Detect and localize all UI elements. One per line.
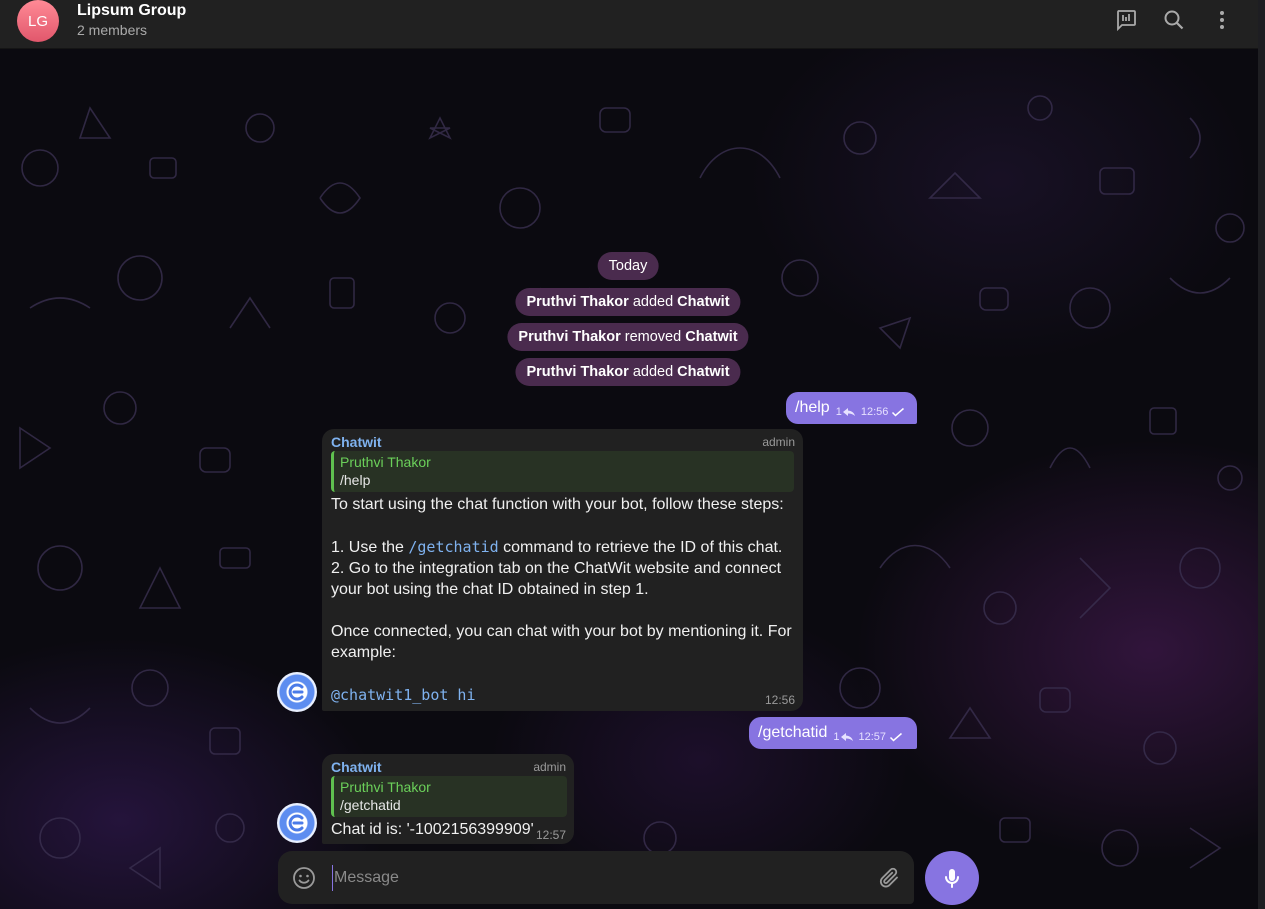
- microphone-icon: [945, 869, 959, 888]
- message-meta: 1 12:56: [836, 406, 906, 418]
- service-target[interactable]: Chatwit: [677, 294, 729, 310]
- message-text: /getchatid: [758, 724, 828, 741]
- message-input[interactable]: [332, 865, 856, 891]
- service-target[interactable]: Chatwit: [685, 329, 737, 345]
- step-1-suffix: command to retrieve the ID of this chat.: [498, 539, 783, 556]
- avatar-initials: LG: [27, 12, 48, 30]
- record-voice-button[interactable]: [925, 851, 979, 905]
- chat-header[interactable]: LG Lipsum Group 2 members: [0, 0, 1258, 49]
- scrollbar[interactable]: [1258, 0, 1265, 909]
- check-icon: [890, 732, 903, 742]
- emoji-icon[interactable]: [292, 866, 316, 890]
- admin-badge: admin: [762, 435, 795, 449]
- quote-text: /getchatid: [340, 797, 401, 813]
- message-body-line: To start using the chat function with yo…: [331, 496, 784, 513]
- message-text: /help: [795, 399, 830, 416]
- attach-icon[interactable]: [878, 866, 902, 890]
- admin-badge: admin: [533, 760, 566, 774]
- message-time: 12:57: [858, 731, 887, 743]
- message-sender[interactable]: Chatwit: [331, 434, 382, 450]
- reply-icon[interactable]: [840, 732, 854, 742]
- check-icon: [892, 407, 905, 417]
- chatwit-logo-icon: [288, 683, 304, 701]
- service-message: Pruthvi Thakor added Chatwit: [515, 288, 741, 316]
- service-message: Pruthvi Thakor added Chatwit: [515, 358, 741, 386]
- message-composer: [278, 851, 914, 904]
- message-time: 12:57: [535, 828, 566, 842]
- chat-title[interactable]: Lipsum Group: [77, 2, 186, 20]
- service-action: added: [628, 364, 678, 380]
- command-link[interactable]: /getchatid: [408, 538, 498, 556]
- service-target[interactable]: Chatwit: [677, 364, 729, 380]
- service-actor[interactable]: Pruthvi Thakor: [518, 329, 620, 345]
- bot-avatar[interactable]: [277, 803, 317, 843]
- more-vertical-icon[interactable]: [1210, 8, 1234, 32]
- group-avatar[interactable]: LG: [17, 0, 59, 42]
- quote-text: /help: [340, 472, 371, 488]
- reply-quote[interactable]: Pruthvi Thakor /help: [331, 451, 794, 492]
- code-example[interactable]: @chatwit1_bot hi: [331, 685, 476, 706]
- service-actor[interactable]: Pruthvi Thakor: [526, 294, 628, 310]
- message-sender[interactable]: Chatwit: [331, 759, 382, 775]
- outgoing-message[interactable]: /help 1 12:56: [786, 392, 917, 424]
- date-pill: Today: [597, 252, 659, 280]
- service-actor[interactable]: Pruthvi Thakor: [526, 364, 628, 380]
- message-body-line: Chat id is: '-1002156399909': [331, 821, 534, 838]
- reply-quote[interactable]: Pruthvi Thakor /getchatid: [331, 776, 567, 817]
- chat-subtitle: 2 members: [77, 22, 148, 38]
- quote-sender: Pruthvi Thakor: [340, 454, 431, 470]
- message-step-1: 1. Use the /getchatid command to retriev…: [331, 537, 796, 558]
- reply-icon[interactable]: [842, 407, 856, 417]
- service-action: added: [628, 294, 678, 310]
- message-time: 12:56: [860, 406, 889, 418]
- message-time: 12:56: [764, 693, 795, 707]
- message-step-2: 2. Go to the integration tab on the Chat…: [331, 560, 782, 598]
- incoming-message[interactable]: Chatwit admin Pruthvi Thakor /getchatid …: [322, 754, 574, 844]
- message-meta: 1 12:57: [833, 731, 903, 743]
- service-message: Pruthvi Thakor removed Chatwit: [507, 323, 749, 351]
- service-action: removed: [620, 329, 686, 345]
- chatwit-logo-icon: [288, 814, 304, 832]
- bot-avatar[interactable]: [277, 672, 317, 712]
- step-1-prefix: 1. Use the: [331, 539, 409, 556]
- search-icon[interactable]: [1162, 8, 1186, 32]
- quote-sender: Pruthvi Thakor: [340, 779, 431, 795]
- incoming-message[interactable]: Chatwit admin Pruthvi Thakor /help To st…: [322, 429, 803, 711]
- poll-icon[interactable]: [1114, 8, 1138, 32]
- message-paragraph: Once connected, you can chat with your b…: [331, 623, 792, 661]
- outgoing-message[interactable]: /getchatid 1 12:57: [749, 717, 917, 749]
